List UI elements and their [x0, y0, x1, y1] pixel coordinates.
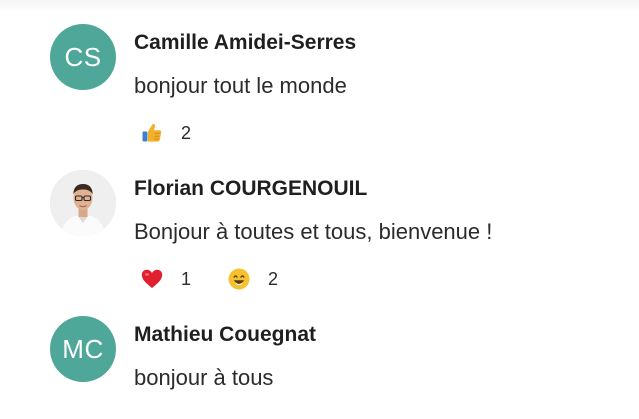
smiling-face-icon — [227, 267, 251, 291]
reaction-heart[interactable]: 1 — [140, 267, 191, 291]
author-name[interactable]: Camille Amidei-Serres — [134, 31, 356, 55]
reactions-bar: 2 — [140, 120, 227, 146]
reaction-smiley[interactable]: 2 — [227, 267, 278, 291]
message-item: Florian COURGENOUIL Bonjour à toutes et … — [50, 170, 620, 300]
avatar[interactable]: MC — [50, 316, 116, 382]
avatar-photo — [50, 170, 116, 236]
reaction-count: 2 — [181, 122, 192, 143]
avatar[interactable]: CS — [50, 24, 116, 90]
message-text: bonjour tout le monde — [134, 73, 347, 98]
message-text: Bonjour à toutes et tous, bienvenue ! — [134, 219, 493, 244]
author-name[interactable]: Mathieu Couegnat — [134, 323, 316, 347]
avatar-initials: CS — [64, 41, 102, 72]
message-item: MC Mathieu Couegnat bonjour à tous — [50, 316, 620, 416]
reaction-count: 2 — [268, 268, 279, 289]
message-thread: CS Camille Amidei-Serres bonjour tout le… — [0, 0, 639, 419]
reactions-bar: 1 2 — [140, 266, 314, 292]
avatar[interactable] — [50, 170, 116, 236]
message-item: CS Camille Amidei-Serres bonjour tout le… — [50, 24, 620, 154]
avatar-initials: MC — [62, 333, 104, 364]
reaction-thumbs-up[interactable]: 2 — [140, 121, 191, 145]
thumbs-up-icon — [140, 121, 164, 145]
author-name[interactable]: Florian COURGENOUIL — [134, 177, 367, 201]
message-text: bonjour à tous — [134, 365, 274, 390]
red-heart-icon — [140, 267, 164, 291]
reaction-count: 1 — [181, 268, 192, 289]
